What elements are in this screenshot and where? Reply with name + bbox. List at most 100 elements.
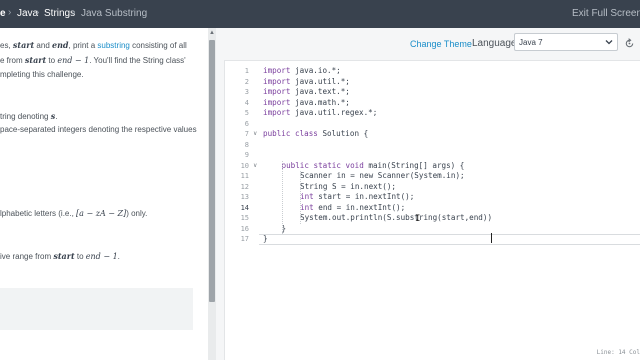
code-line[interactable]: String S = in.next(); — [300, 182, 396, 193]
code-keyword: import — [263, 87, 291, 96]
line-number: 5 — [244, 109, 249, 117]
text-fragment: tring denoting — [0, 112, 51, 121]
var-start: start — [12, 40, 35, 50]
problem-text-line: mpleting this challenge. — [0, 70, 84, 79]
language-select[interactable]: Java 7 — [514, 33, 618, 51]
text-fragment: ive range from — [0, 252, 54, 261]
sample-box — [0, 288, 193, 330]
fold-toggle-icon[interactable]: ∨ — [253, 129, 259, 140]
code-text: java.util.regex.*; — [290, 108, 378, 117]
breadcrumb-separator-icon: › — [36, 7, 40, 18]
code-line[interactable]: import java.text.*; — [263, 87, 350, 98]
code-text: System.out.println(S.substring(start,end… — [300, 213, 493, 222]
text-fragment: . — [55, 112, 58, 121]
indent-guide — [281, 160, 283, 234]
line-number: 6 — [244, 119, 249, 128]
code-line[interactable]: System.out.println(S.substring(start,end… — [300, 213, 492, 224]
line-number: 9 — [244, 151, 249, 159]
code-text: Scanner in = new Scanner(System.in); — [300, 171, 465, 180]
var-start: start — [53, 251, 75, 261]
text-fragment: ) only. — [126, 209, 148, 218]
text-fragment: e from — [0, 56, 25, 65]
line-number: 8 — [244, 140, 249, 149]
line-number: 16 — [240, 224, 249, 233]
code-text: Solution { — [317, 129, 369, 138]
code-keyword: public class — [263, 129, 318, 138]
code-text: } — [263, 234, 268, 243]
scroll-up-arrow-icon[interactable]: ▲ — [209, 30, 215, 36]
line-number: 4 — [244, 98, 249, 107]
text-fragment: and — [34, 41, 52, 50]
line-number: 15 — [240, 214, 249, 222]
change-theme-link[interactable]: Change Theme — [410, 39, 472, 49]
indent-guide — [300, 171, 301, 224]
code-text: java.math.*; — [290, 97, 350, 107]
code-line[interactable]: int start = in.nextInt(); — [300, 192, 414, 203]
breadcrumb-item-strings[interactable]: Strings — [44, 8, 75, 19]
active-line-highlight — [259, 234, 640, 245]
line-number: 3 — [244, 88, 249, 96]
fold-toggle-icon[interactable]: ∨ — [253, 161, 259, 172]
text-fragment: to — [46, 56, 58, 65]
line-number: 13 — [240, 193, 249, 201]
code-line[interactable]: public class Solution { — [263, 129, 368, 140]
text-fragment: to — [74, 252, 86, 261]
text-fragment: , print a — [68, 41, 98, 50]
problem-text-line: ive range from start to end − 1. — [0, 251, 120, 262]
code-line[interactable]: } — [263, 234, 268, 245]
breadcrumb-separator-icon: › — [8, 7, 12, 18]
line-number: 14 — [240, 203, 249, 212]
breadcrumb-item-java[interactable]: Java — [17, 8, 38, 19]
var-end: end — [52, 40, 69, 50]
text-fragment: es, — [0, 41, 13, 50]
code-text: java.util.*; — [290, 76, 350, 86]
var-start: start — [24, 55, 47, 65]
line-number: 2 — [244, 77, 249, 86]
line-number: 7 — [244, 130, 249, 138]
code-keyword: import — [263, 66, 291, 75]
text-cursor — [491, 233, 492, 243]
code-line[interactable]: int end = in.nextInt(); — [300, 203, 405, 214]
breadcrumb-item-current: Java Substring — [81, 8, 148, 19]
code-keyword: public static void — [281, 160, 364, 170]
math-expression: [a − zA − Z] — [76, 209, 127, 218]
code-line[interactable]: import java.math.*; — [263, 98, 350, 109]
scrollbar-thumb[interactable] — [209, 40, 215, 302]
editor-panel: Change Theme Language Java 7 1 2 3 4 5 6 7 8 9 10… — [216, 28, 640, 360]
math-expression: end − 1 — [85, 252, 118, 261]
code-keyword: import — [263, 108, 291, 117]
text-fragment: lphabetic letters (i.e., — [0, 209, 77, 218]
exit-full-screen-link[interactable]: Exit Full Screen View — [572, 8, 640, 19]
code-line[interactable]: import java.util.regex.*; — [263, 108, 377, 119]
code-keyword: import — [263, 97, 291, 107]
code-line[interactable]: Scanner in = new Scanner(System.in); — [300, 171, 465, 182]
substring-link[interactable]: substring — [97, 41, 129, 50]
problem-text-line: tring denoting s. — [0, 111, 57, 122]
code-line[interactable]: public static void main(String[] args) { — [282, 161, 465, 172]
line-number: 1 — [244, 67, 249, 75]
line-number: 11 — [240, 172, 249, 180]
code-text: main(String[] args) { — [363, 160, 465, 170]
code-keyword: import — [263, 76, 291, 86]
code-text: java.text.*; — [290, 87, 350, 96]
problem-text-line: es, start and end, print a substring con… — [0, 40, 187, 51]
language-label: Language — [472, 38, 517, 49]
problem-statement-panel: es, start and end, print a substring con… — [0, 28, 208, 360]
cursor-position-status: Line: 14 Col — [596, 349, 640, 356]
text-fragment: . You'll find the String class' — [89, 56, 186, 65]
language-value: Java 7 — [519, 38, 543, 47]
code-keyword: int — [300, 192, 314, 201]
breadcrumb-separator-icon: › — [72, 7, 76, 18]
reset-icon[interactable] — [624, 38, 635, 49]
code-text: start = in.nextInt(); — [313, 192, 415, 201]
editor-toolbar: Change Theme Language Java 7 — [216, 28, 640, 58]
line-number: 17 — [240, 235, 249, 243]
code-line[interactable]: import java.util.*; — [263, 77, 350, 88]
code-editor[interactable]: 1 2 3 4 5 6 7 8 9 10 11 12 13 14 15 16 17 import java.io… — [224, 60, 640, 360]
problem-text-line: e from start to end − 1. You'll find the… — [0, 55, 186, 66]
line-number: 10 — [240, 161, 249, 170]
code-text: java.io.*; — [290, 66, 341, 75]
chevron-down-icon — [605, 40, 613, 45]
breadcrumb-item-prepare[interactable]: e — [0, 8, 6, 19]
code-line[interactable]: import java.io.*; — [263, 66, 341, 77]
